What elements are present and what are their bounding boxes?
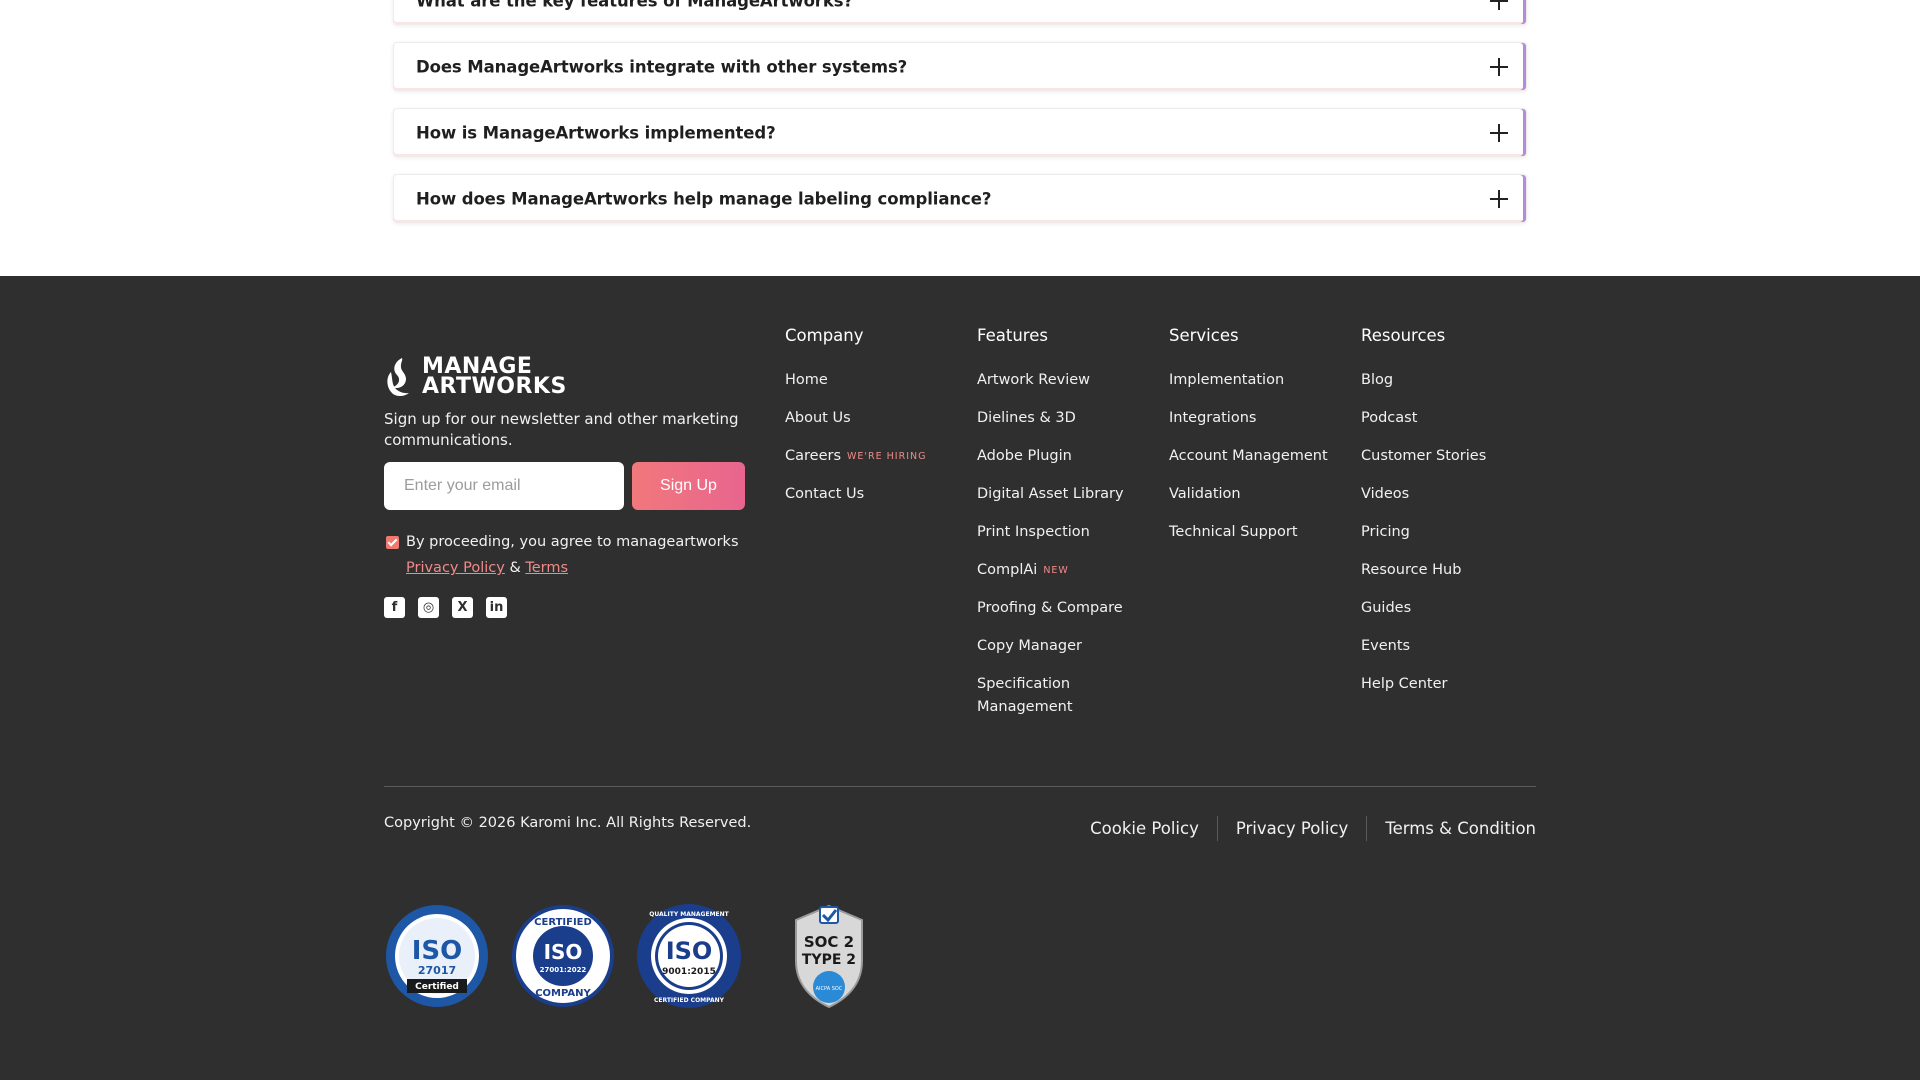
instagram-icon[interactable]: ◎ <box>418 597 439 618</box>
soc2-badge-icon: SOC 2 TYPE 2 AICPA SOC <box>795 904 863 1009</box>
faq-question: What are the key features of ManageArtwo… <box>416 0 853 10</box>
footer-link[interactable]: Digital Asset Library <box>977 483 1127 506</box>
badge-title: ISO <box>412 936 463 966</box>
column-title: Company <box>785 326 864 345</box>
badge-code: TYPE 2 <box>802 952 856 968</box>
privacy-policy-link[interactable]: Privacy Policy <box>406 560 505 576</box>
footer-link[interactable]: Technical Support <box>1169 521 1328 544</box>
footer-column-company: Company Home About Us Careers WE'RE HIRIN… <box>785 326 926 521</box>
signup-button[interactable]: Sign Up <box>632 462 745 510</box>
terms-link[interactable]: Terms <box>525 560 568 576</box>
footer-link[interactable]: Validation <box>1169 483 1328 506</box>
footer-link[interactable]: Proofing & Compare <box>977 597 1127 620</box>
instagram-glyph: ◎ <box>422 600 435 615</box>
badge-code: 27001:2022 <box>540 966 587 974</box>
footer-column-features: Features Artwork Review Dielines & 3D Ad… <box>977 326 1127 734</box>
footer-link[interactable]: Videos <box>1361 483 1486 506</box>
certification-badges: ISO 27017 Certified CERTIFIED COMPANY IS… <box>384 903 882 1009</box>
new-tag: NEW <box>1043 565 1069 576</box>
manageartworks-logo[interactable]: MANAGE ARTWORKS <box>384 356 567 398</box>
email-input[interactable] <box>384 462 624 510</box>
badge-title: ISO <box>544 940 583 964</box>
badge-ring-top: QUALITY MANAGEMENT <box>649 911 729 918</box>
badge-code: 27017 <box>418 964 456 977</box>
consent-amp: & <box>509 560 521 576</box>
newsletter-text: Sign up for our newsletter and other mar… <box>384 410 739 449</box>
faq-item[interactable]: How is ManageArtworks implemented? <box>393 108 1527 157</box>
footer-link[interactable]: Specification Management <box>977 673 1087 719</box>
terms-condition-link[interactable]: Terms & Condition <box>1367 819 1536 838</box>
column-title: Services <box>1169 326 1239 345</box>
badge-code: 9001:2015 <box>662 967 716 977</box>
faq-question: How does ManageArtworks help manage labe… <box>416 189 992 208</box>
careers-label: Careers <box>785 448 842 464</box>
footer-link[interactable]: Implementation <box>1169 369 1328 392</box>
x-glyph: X <box>457 600 468 615</box>
plus-icon[interactable] <box>1490 189 1508 208</box>
badge-ring-top: CERTIFIED <box>534 917 592 928</box>
complai-label: ComplAi <box>977 562 1038 578</box>
iso-27017-badge-icon: ISO 27017 Certified <box>386 905 488 1007</box>
footer-link[interactable]: Guides <box>1361 597 1486 620</box>
footer-link[interactable]: Resource Hub <box>1361 559 1486 582</box>
footer-link-complai[interactable]: ComplAi NEW <box>977 559 1127 582</box>
badge-title: SOC 2 <box>804 933 854 951</box>
faq-section: What are the key features of ManageArtwo… <box>0 0 1920 276</box>
footer-column-services: Services Implementation Integrations Acc… <box>1169 326 1328 559</box>
faq-question: Does ManageArtworks integrate with other… <box>416 57 908 76</box>
cookie-policy-link[interactable]: Cookie Policy <box>1072 819 1217 838</box>
consent-text: By proceeding, you agree to manageartwor… <box>406 534 739 550</box>
footer-link[interactable]: Adobe Plugin <box>977 445 1127 468</box>
faq-item[interactable]: Does ManageArtworks integrate with other… <box>393 42 1527 91</box>
footer-link[interactable]: Blog <box>1361 369 1486 392</box>
footer-link[interactable]: Events <box>1361 635 1486 658</box>
linkedin-glyph: in <box>489 600 504 615</box>
badge-sub: Certified <box>415 982 459 992</box>
plus-icon[interactable] <box>1490 123 1508 142</box>
consent-checkbox[interactable] <box>386 536 399 549</box>
logo-mark-icon <box>387 358 409 396</box>
copyright-text: Copyright © 2026 Karomi Inc. All Rights … <box>384 815 752 831</box>
footer-link[interactable]: Copy Manager <box>977 635 1127 658</box>
faq-item[interactable]: What are the key features of ManageArtwo… <box>393 0 1527 25</box>
footer-link-home[interactable]: Home <box>785 369 926 392</box>
footer-link-contact[interactable]: Contact Us <box>785 483 926 506</box>
plus-icon[interactable] <box>1490 0 1508 10</box>
faq-question: How is ManageArtworks implemented? <box>416 123 776 142</box>
footer-link[interactable]: Podcast <box>1361 407 1486 430</box>
footer-column-resources: Resources Blog Podcast Customer Stories … <box>1361 326 1486 711</box>
footer-link[interactable]: Account Management <box>1169 445 1328 468</box>
x-icon[interactable]: X <box>452 597 473 618</box>
badge-ring-bottom: COMPANY <box>535 988 591 999</box>
consent-block: By proceeding, you agree to manageartwor… <box>384 529 764 581</box>
legal-links: Cookie Policy Privacy Policy Terms & Con… <box>1072 816 1536 841</box>
footer: MANAGE ARTWORKS Sign up for our newslett… <box>0 276 1920 1080</box>
hiring-tag: WE'RE HIRING <box>847 451 927 462</box>
footer-link[interactable]: Dielines & 3D <box>977 407 1127 430</box>
badge-sub: AICPA SOC <box>816 986 843 992</box>
iso-9001-badge-icon: QUALITY MANAGEMENT CERTIFIED COMPANY ISO… <box>637 904 741 1008</box>
faq-item[interactable]: How does ManageArtworks help manage labe… <box>393 174 1527 223</box>
logo-line-2: ARTWORKS <box>422 374 567 399</box>
badge-title: ISO <box>666 937 713 965</box>
footer-divider <box>384 786 1536 787</box>
linkedin-icon[interactable]: in <box>486 597 507 618</box>
footer-link[interactable]: Print Inspection <box>977 521 1127 544</box>
footer-link[interactable]: Artwork Review <box>977 369 1127 392</box>
footer-link[interactable]: Pricing <box>1361 521 1486 544</box>
footer-link[interactable]: Integrations <box>1169 407 1328 430</box>
iso-27001-badge-icon: CERTIFIED COMPANY ISO 27001:2022 <box>512 905 614 1007</box>
footer-link-about[interactable]: About Us <box>785 407 926 430</box>
column-title: Resources <box>1361 326 1446 345</box>
footer-link-careers[interactable]: Careers WE'RE HIRING <box>785 445 926 468</box>
badge-ring-bottom: CERTIFIED COMPANY <box>654 997 725 1004</box>
privacy-policy-footer-link[interactable]: Privacy Policy <box>1218 819 1366 838</box>
plus-icon[interactable] <box>1490 57 1508 76</box>
facebook-glyph: f <box>391 600 398 615</box>
social-links: f ◎ X in <box>384 597 507 618</box>
facebook-icon[interactable]: f <box>384 597 405 618</box>
footer-link[interactable]: Customer Stories <box>1361 445 1486 468</box>
footer-link[interactable]: Help Center <box>1361 673 1486 696</box>
column-title: Features <box>977 326 1048 345</box>
